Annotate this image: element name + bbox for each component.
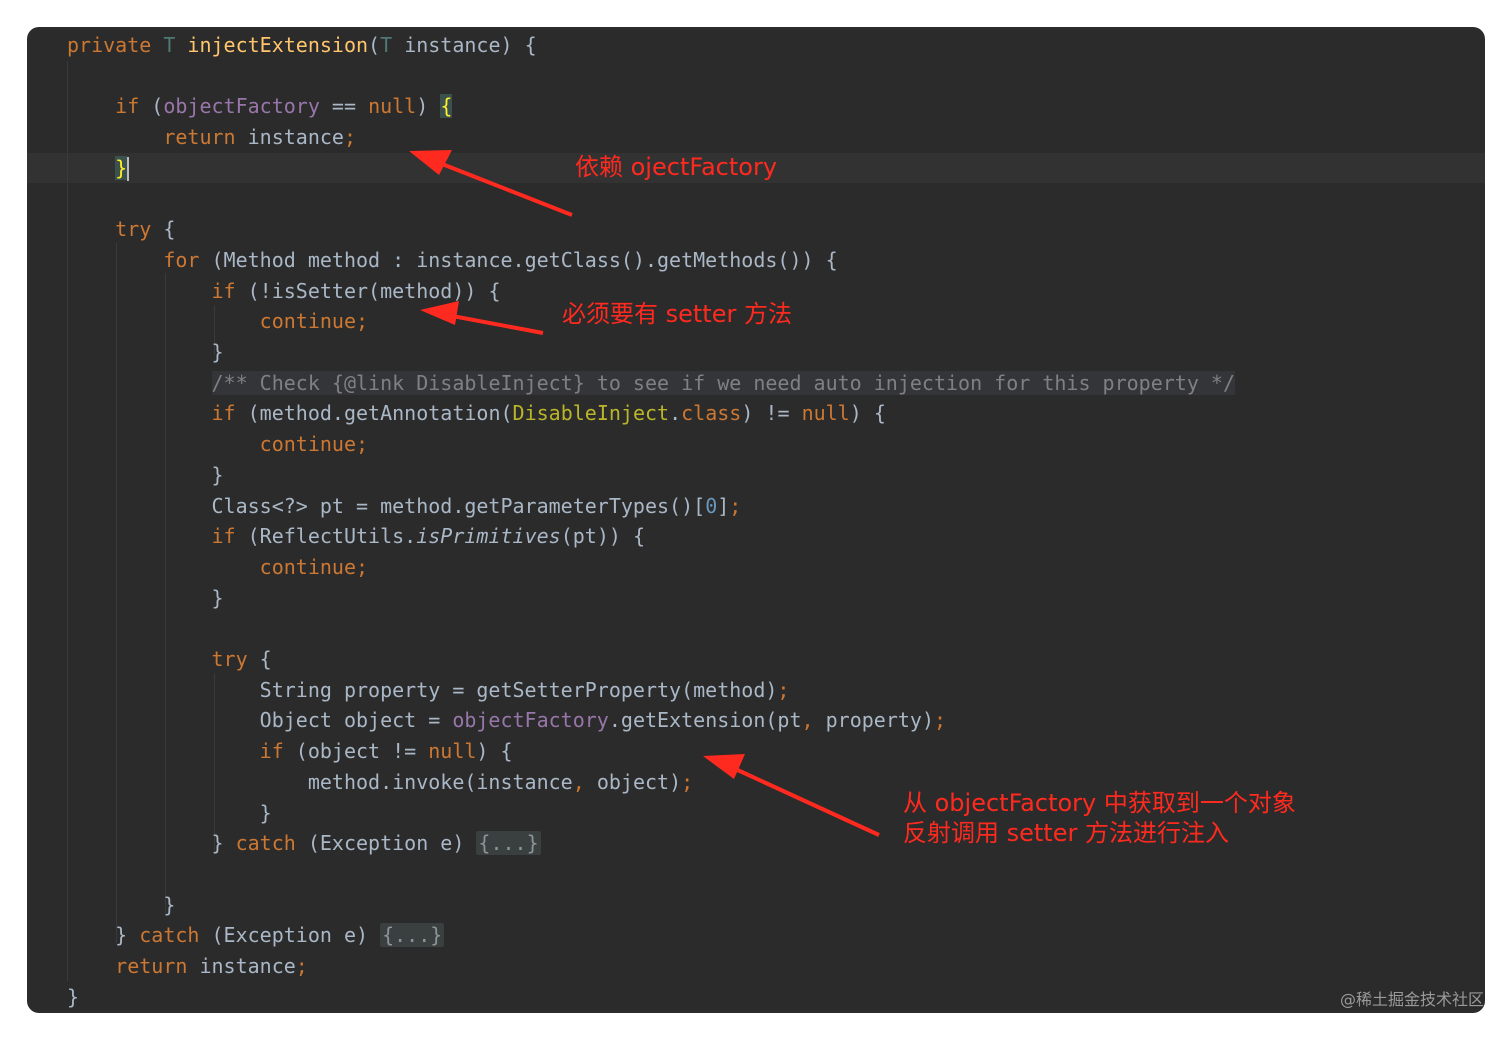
annotation-note-setter-method: 必须要有 setter 方法 (562, 300, 792, 328)
watermark: @稀土掘金技术社区 (1339, 990, 1484, 1009)
annotation-note-reflect-inject: 反射调用 setter 方法进行注入 (903, 819, 1229, 847)
code-editor[interactable]: private T injectExtension(T instance) { … (27, 27, 1485, 1013)
annotation-note-get-extension: 从 objectFactory 中获取到一个对象 (903, 789, 1296, 817)
annotation-note-object-factory: 依赖 ojectFactory (575, 153, 778, 181)
